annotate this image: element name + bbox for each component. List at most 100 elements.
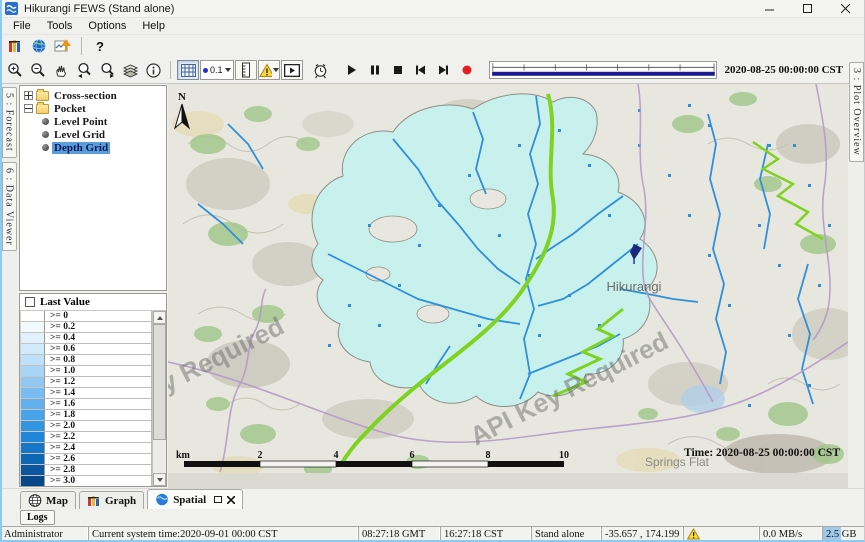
maximize-icon[interactable]: [789, 0, 827, 17]
legend-row-label: >= 2.2: [45, 432, 152, 443]
menu-help[interactable]: Help: [135, 19, 172, 33]
bar-chart-icon: [87, 494, 101, 507]
menu-tools[interactable]: Tools: [40, 19, 80, 33]
node-bullet-icon: [42, 144, 49, 151]
grid-display-icon[interactable]: [177, 60, 199, 80]
legend-row[interactable]: >= 1.2: [21, 377, 152, 388]
tab-graph[interactable]: Graph: [79, 491, 144, 509]
database-viewer-icon[interactable]: [4, 36, 26, 56]
close-icon[interactable]: [827, 0, 865, 17]
map-canvas[interactable]: API Key Required API Key Required N Hiku…: [168, 84, 848, 473]
layers-icon[interactable]: [119, 60, 141, 80]
spatial-display-icon[interactable]: [28, 36, 50, 56]
tree-item-cross-section[interactable]: Cross-section: [20, 89, 166, 102]
tree-item-pocket[interactable]: Pocket: [20, 102, 166, 115]
zoom-previous-icon[interactable]: [73, 60, 95, 80]
legend-row[interactable]: >= 1.4: [21, 388, 152, 399]
legend-row[interactable]: >= 2.8: [21, 465, 152, 476]
pause-icon[interactable]: [364, 60, 386, 80]
legend-row[interactable]: >= 0.6: [21, 344, 152, 355]
legend-row-label: >= 1.0: [45, 366, 152, 377]
step-forward-icon[interactable]: [433, 60, 455, 80]
legend-row[interactable]: >= 2.0: [21, 421, 152, 432]
legend-row[interactable]: >= 1.8: [21, 410, 152, 421]
stop-icon[interactable]: [387, 60, 409, 80]
zoom-in-icon[interactable]: [4, 60, 26, 80]
svg-text:8: 8: [486, 450, 491, 461]
layers-panel: Cross-section Pocket Level Point Level G…: [18, 84, 168, 488]
record-icon[interactable]: [456, 60, 478, 80]
tree-item-level-grid[interactable]: Level Grid: [20, 128, 166, 141]
warning-threshold-dropdown[interactable]: [258, 60, 280, 80]
tab-data-viewer[interactable]: 6 : Data Viewer: [2, 162, 17, 252]
legend-row[interactable]: >= 0.8: [21, 355, 152, 366]
legend-row[interactable]: >= 1.6: [21, 399, 152, 410]
tree-item-depth-grid[interactable]: Depth Grid: [20, 141, 166, 154]
scroll-up-icon[interactable]: [153, 311, 166, 324]
logs-row: Logs: [0, 509, 865, 526]
tree-item-level-point[interactable]: Level Point: [20, 115, 166, 128]
legend-color-swatch: [21, 322, 45, 333]
tab-map[interactable]: Map: [20, 491, 76, 509]
tab-plot-overview[interactable]: 3 : Plot Overview: [849, 62, 864, 162]
legend-color-swatch: [21, 476, 45, 486]
legend-color-swatch: [21, 432, 45, 443]
contour-interval-combo[interactable]: 0.1: [200, 60, 234, 80]
collapse-icon[interactable]: [24, 104, 33, 113]
logs-button[interactable]: Logs: [20, 510, 55, 525]
status-mode: Stand alone: [531, 526, 601, 542]
time-slider[interactable]: [489, 61, 718, 79]
left-dock-strip: 5 : Forecast 6 : Data Viewer: [0, 84, 18, 488]
legend-row-label: >= 1.2: [45, 377, 152, 388]
play-icon[interactable]: [341, 60, 363, 80]
menu-file[interactable]: File: [6, 19, 38, 33]
step-back-icon[interactable]: [410, 60, 432, 80]
legend-row[interactable]: >= 3.0: [21, 476, 152, 486]
warning-icon[interactable]: [687, 528, 700, 540]
tab-spatial[interactable]: Spatial: [147, 489, 243, 509]
help-button[interactable]: ?: [89, 36, 111, 56]
scrollbar-track[interactable]: [153, 324, 166, 473]
legend-row[interactable]: >= 2.2: [21, 432, 152, 443]
export-timeseries-icon[interactable]: [52, 36, 74, 56]
legend-color-swatch: [21, 454, 45, 465]
globe-icon: [155, 493, 169, 506]
pan-icon[interactable]: [50, 60, 72, 80]
legend-scrollbar[interactable]: [152, 311, 166, 486]
node-bullet-icon: [42, 118, 49, 125]
tree-item-label-selected: Depth Grid: [52, 142, 110, 154]
toolbar-separator: [170, 61, 171, 79]
tab-forecast[interactable]: 5 : Forecast: [2, 87, 17, 158]
title-bar: Hikurangi FEWS (Stand alone): [0, 0, 865, 18]
animation-clock-icon[interactable]: [310, 60, 332, 80]
menu-bar: File Tools Options Help: [0, 18, 865, 35]
status-warning-cell[interactable]: [683, 526, 759, 542]
help-label: ?: [96, 39, 104, 54]
scale-ruler-icon[interactable]: [235, 60, 257, 80]
menu-options[interactable]: Options: [81, 19, 133, 33]
zoom-out-icon[interactable]: [27, 60, 49, 80]
scrollbar-thumb[interactable]: [153, 324, 166, 440]
legend-row-label: >= 0: [45, 311, 152, 322]
folder-icon: [36, 104, 49, 114]
minimize-icon[interactable]: [751, 0, 789, 17]
legend-row[interactable]: >= 0.2: [21, 322, 152, 333]
scroll-down-icon[interactable]: [153, 473, 166, 486]
last-value-checkbox[interactable]: [25, 297, 35, 307]
town-label: Hikurangi: [607, 279, 662, 294]
legend-class-list: >= 0>= 0.2>= 0.4>= 0.6>= 0.8>= 1.0>= 1.2…: [20, 311, 152, 486]
legend-color-swatch: [21, 410, 45, 421]
zoom-next-icon[interactable]: [96, 60, 118, 80]
legend-row[interactable]: >= 2.6: [21, 454, 152, 465]
info-icon[interactable]: [142, 60, 164, 80]
legend-row[interactable]: >= 0.4: [21, 333, 152, 344]
globe-grid-icon: [28, 494, 42, 507]
legend-row[interactable]: >= 0: [21, 311, 152, 322]
legend-row[interactable]: >= 2.4: [21, 443, 152, 454]
movie-player-icon[interactable]: [281, 60, 303, 80]
expand-icon[interactable]: [24, 91, 33, 100]
legend-row[interactable]: >= 1.0: [21, 366, 152, 377]
status-user: Administrator: [0, 526, 88, 542]
close-panel-icon[interactable]: [227, 496, 235, 504]
maximize-panel-icon[interactable]: [214, 496, 222, 503]
